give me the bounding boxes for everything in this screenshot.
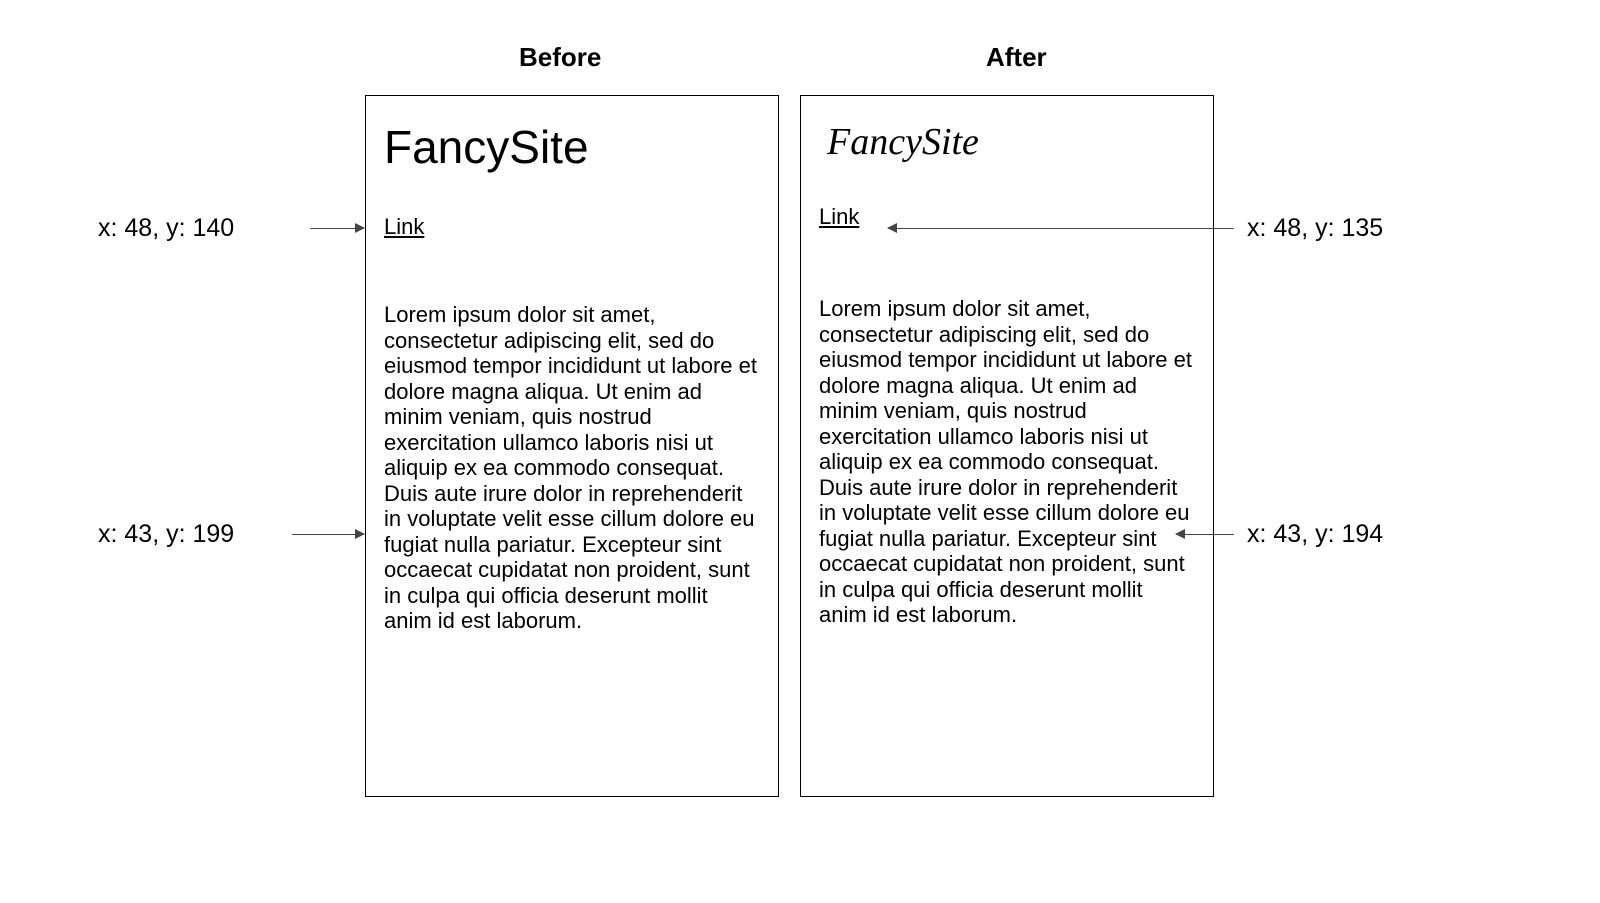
annotation-after-body: x: 43, y: 194 [1247,520,1383,549]
arrow-icon [1176,534,1234,535]
site-title-after: FancySite [827,120,1195,164]
annotation-after-link: x: 48, y: 135 [1247,214,1383,243]
heading-after: After [986,42,1047,73]
heading-before: Before [519,42,601,73]
body-text-after: Lorem ipsum dolor sit amet, consectetur … [819,296,1195,628]
link-after[interactable]: Link [819,204,859,230]
link-before[interactable]: Link [384,214,424,240]
annotation-before-body: x: 43, y: 199 [98,520,234,549]
body-text-before: Lorem ipsum dolor sit amet, consectetur … [384,302,760,634]
panel-after: FancySite Link Lorem ipsum dolor sit ame… [800,95,1214,797]
panel-before: FancySite Link Lorem ipsum dolor sit ame… [365,95,779,797]
arrow-icon [310,228,364,229]
arrow-icon [292,534,364,535]
site-title-before: FancySite [384,120,760,174]
arrow-icon [888,228,1234,229]
annotation-before-link: x: 48, y: 140 [98,214,234,243]
